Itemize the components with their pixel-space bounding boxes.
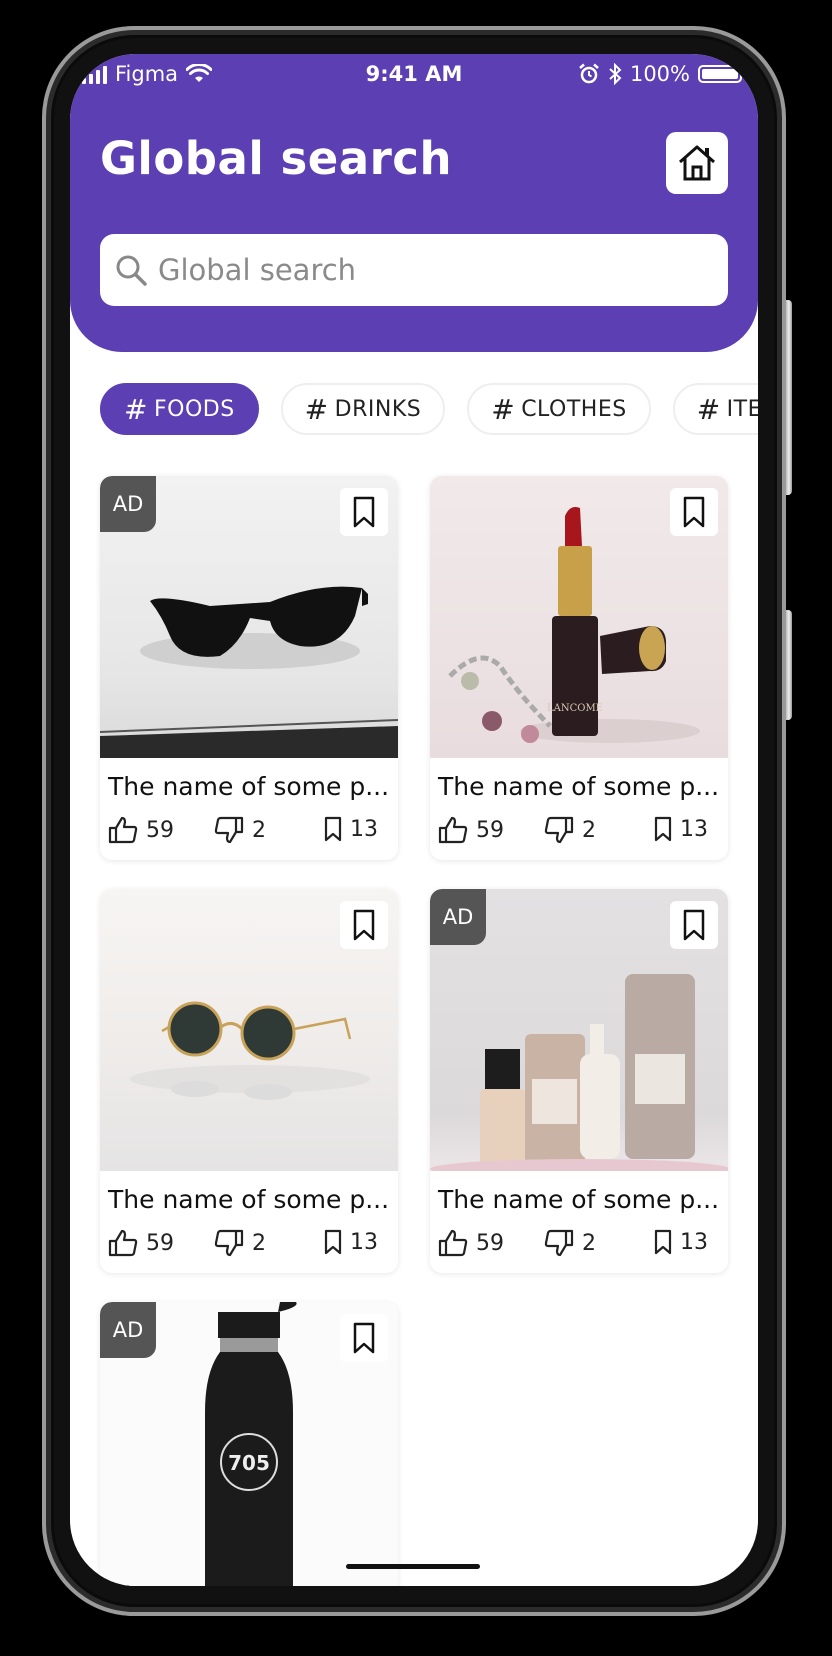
bookmark-icon: [683, 496, 705, 528]
product-card[interactable]: AD The name of some p... 59 2 13: [430, 889, 728, 1273]
thumbs-down-icon: [544, 1229, 574, 1257]
product-card[interactable]: LANCOME The name of some p... 59 2 13: [430, 476, 728, 860]
dislike-stat[interactable]: 2: [544, 1229, 596, 1257]
like-count: 59: [476, 1230, 504, 1256]
save-stat[interactable]: 13: [324, 816, 378, 842]
like-stat[interactable]: 59: [108, 1229, 174, 1257]
product-name: The name of some p...: [108, 772, 390, 801]
dislike-count: 2: [252, 1230, 266, 1256]
search-input[interactable]: [156, 252, 720, 288]
save-count: 13: [680, 816, 708, 842]
hash-icon: #: [304, 392, 329, 426]
bookmark-button[interactable]: [340, 1314, 388, 1362]
dislike-stat[interactable]: 2: [544, 816, 596, 844]
ad-badge: AD: [100, 476, 156, 532]
bookmark-icon: [654, 1229, 672, 1255]
chip-label: FOODS: [153, 396, 235, 422]
dislike-stat[interactable]: 2: [214, 816, 266, 844]
chip-label: ITEMS: [726, 396, 758, 422]
chip-clothes[interactable]: # CLOTHES: [467, 383, 651, 435]
thumbs-down-icon: [544, 816, 574, 844]
product-name: The name of some p...: [438, 772, 720, 801]
dislike-stat[interactable]: 2: [214, 1229, 266, 1257]
battery-percent: 100%: [629, 62, 690, 86]
product-stats: 59 2 13: [438, 816, 720, 848]
chip-foods[interactable]: # FOODS: [100, 383, 259, 435]
product-stats: 59 2 13: [108, 1229, 390, 1261]
like-count: 59: [476, 817, 504, 843]
hash-icon: #: [696, 392, 721, 426]
category-chips: # FOODS # DRINKS # CLOTHES # ITEMS: [100, 383, 758, 435]
thumbs-up-icon: [438, 816, 468, 844]
home-indicator[interactable]: [346, 1564, 480, 1569]
save-count: 13: [350, 816, 378, 842]
bookmark-icon: [324, 1229, 342, 1255]
bookmark-button[interactable]: [670, 901, 718, 949]
thumbs-down-icon: [214, 1229, 244, 1257]
product-name: The name of some p...: [108, 1185, 390, 1214]
screen: Figma 9:41 AM 100% Global search Global …: [70, 54, 758, 1586]
side-volume-button: [786, 610, 792, 720]
bookmark-icon: [353, 496, 375, 528]
thumbs-down-icon: [214, 816, 244, 844]
status-bar: Figma 9:41 AM 100%: [70, 54, 758, 104]
thumbs-up-icon: [108, 1229, 138, 1257]
ad-badge: AD: [100, 1302, 156, 1358]
home-button[interactable]: [666, 132, 728, 194]
battery-icon: [698, 65, 746, 83]
bottle-label: 705: [228, 1451, 270, 1475]
save-count: 13: [350, 1229, 378, 1255]
dislike-count: 2: [252, 817, 266, 843]
product-stats: 59 2 13: [438, 1229, 720, 1261]
save-count: 13: [680, 1229, 708, 1255]
chip-items[interactable]: # ITEMS: [672, 383, 758, 435]
save-stat[interactable]: 13: [654, 1229, 708, 1255]
product-card[interactable]: The name of some p... 59 2 13: [100, 889, 398, 1273]
bookmark-button[interactable]: [340, 901, 388, 949]
status-right: 100%: [578, 62, 746, 86]
dislike-count: 2: [582, 817, 596, 843]
chip-label: CLOTHES: [521, 396, 627, 422]
search-box[interactable]: [100, 234, 728, 306]
dislike-count: 2: [582, 1230, 596, 1256]
bookmark-button[interactable]: [670, 488, 718, 536]
bookmark-icon: [683, 909, 705, 941]
bookmark-icon: [324, 816, 342, 842]
thumbs-up-icon: [108, 816, 138, 844]
product-stats: 59 2 13: [108, 816, 390, 848]
chip-label: DRINKS: [334, 396, 422, 422]
save-stat[interactable]: 13: [324, 1229, 378, 1255]
product-card[interactable]: 705 AD: [100, 1302, 398, 1586]
bookmark-icon: [353, 909, 375, 941]
side-power-button: [786, 300, 792, 495]
hash-icon: #: [124, 392, 148, 426]
search-icon: [116, 255, 147, 286]
page-title: Global search: [100, 132, 453, 185]
thumbs-up-icon: [438, 1229, 468, 1257]
bookmark-icon: [654, 816, 672, 842]
alarm-icon: [579, 63, 599, 84]
header: Figma 9:41 AM 100% Global search Global …: [70, 54, 758, 352]
like-count: 59: [146, 817, 174, 843]
svg-text:LANCOME: LANCOME: [547, 703, 603, 714]
like-stat[interactable]: 59: [438, 816, 504, 844]
product-name: The name of some p...: [438, 1185, 720, 1214]
bookmark-icon: [353, 1322, 375, 1354]
like-count: 59: [146, 1230, 174, 1256]
bookmark-button[interactable]: [340, 488, 388, 536]
bluetooth-icon: [609, 63, 622, 85]
hash-icon: #: [491, 392, 516, 426]
ad-badge: AD: [430, 889, 486, 945]
product-card[interactable]: AD The name of some p... 59 2 13: [100, 476, 398, 860]
chip-drinks[interactable]: # DRINKS: [280, 383, 446, 435]
save-stat[interactable]: 13: [654, 816, 708, 842]
home-icon: [679, 145, 715, 181]
like-stat[interactable]: 59: [438, 1229, 504, 1257]
like-stat[interactable]: 59: [108, 816, 174, 844]
